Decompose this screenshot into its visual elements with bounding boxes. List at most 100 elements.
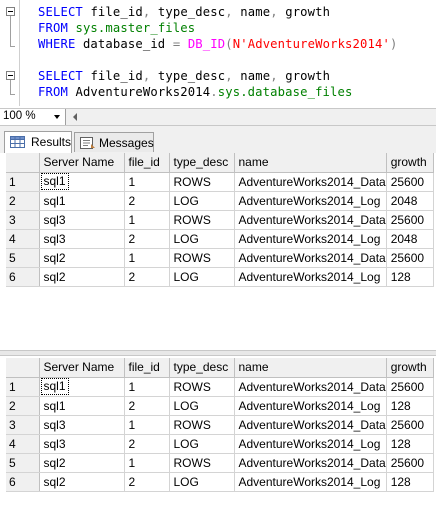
column-header-server-name[interactable]: Server Name — [39, 153, 125, 173]
column-header-type-desc[interactable]: type_desc — [169, 153, 235, 173]
cell-name[interactable]: AdventureWorks2014_Data — [234, 415, 387, 435]
row-number[interactable]: 1 — [6, 172, 40, 192]
cell-type-desc[interactable]: LOG — [169, 191, 235, 211]
cell-file-id[interactable]: 2 — [124, 191, 170, 211]
cell-server-name[interactable]: sql3 — [39, 229, 125, 249]
code-line-5[interactable]: SELECT file_id, type_desc, name, growth — [38, 68, 330, 84]
table-row[interactable]: 5 sql2 1 ROWS AdventureWorks2014_Data 25… — [6, 453, 434, 473]
table-row[interactable]: 2 sql1 2 LOG AdventureWorks2014_Log 2048 — [6, 191, 434, 211]
cell-server-name[interactable]: sql3 — [39, 415, 125, 435]
cell-name[interactable]: AdventureWorks2014_Data — [234, 210, 387, 230]
table-row[interactable]: 1 sql1 1 ROWS AdventureWorks2014_Data 25… — [6, 172, 434, 192]
row-number[interactable]: 6 — [6, 472, 40, 492]
zoom-select[interactable]: 100 % — [0, 109, 66, 125]
cell-growth[interactable]: 2048 — [386, 191, 434, 211]
cell-server-name[interactable]: sql2 — [39, 472, 125, 492]
row-number[interactable]: 1 — [6, 377, 40, 397]
cell-server-name[interactable]: sql2 — [39, 453, 125, 473]
cell-growth[interactable]: 25600 — [386, 377, 434, 397]
row-number[interactable]: 2 — [6, 396, 40, 416]
row-number[interactable]: 4 — [6, 229, 40, 249]
row-number[interactable]: 5 — [6, 453, 40, 473]
cell-name[interactable]: AdventureWorks2014_Data — [234, 248, 387, 268]
cell-server-name[interactable]: sql3 — [39, 434, 125, 454]
cell-server-name[interactable]: sql2 — [39, 248, 125, 268]
cell-name[interactable]: AdventureWorks2014_Log — [234, 229, 387, 249]
cell-name[interactable]: AdventureWorks2014_Data — [234, 453, 387, 473]
query-editor[interactable]: SELECT file_id, type_desc, name, growth … — [0, 0, 436, 108]
cell-type-desc[interactable]: LOG — [169, 267, 235, 287]
code-line-6[interactable]: FROM AdventureWorks2014.sys.database_fil… — [38, 84, 353, 100]
cell-growth[interactable]: 2048 — [386, 229, 434, 249]
code-line-1[interactable]: SELECT file_id, type_desc, name, growth — [38, 4, 330, 20]
cell-growth[interactable]: 25600 — [386, 415, 434, 435]
cell-name[interactable]: AdventureWorks2014_Log — [234, 434, 387, 454]
table-row[interactable]: 5 sql2 1 ROWS AdventureWorks2014_Data 25… — [6, 248, 434, 268]
cell-type-desc[interactable]: LOG — [169, 434, 235, 454]
cell-file-id[interactable]: 2 — [124, 396, 170, 416]
row-number[interactable]: 3 — [6, 415, 40, 435]
table-row[interactable]: 4 sql3 2 LOG AdventureWorks2014_Log 2048 — [6, 229, 434, 249]
cell-growth[interactable]: 128 — [386, 472, 434, 492]
cell-type-desc[interactable]: ROWS — [169, 172, 235, 192]
grid-corner[interactable] — [6, 358, 40, 378]
cell-growth[interactable]: 128 — [386, 396, 434, 416]
table-row[interactable]: 6 sql2 2 LOG AdventureWorks2014_Log 128 — [6, 472, 434, 492]
cell-growth[interactable]: 128 — [386, 267, 434, 287]
cell-server-name[interactable]: sql3 — [39, 210, 125, 230]
cell-file-id[interactable]: 2 — [124, 434, 170, 454]
cell-type-desc[interactable]: ROWS — [169, 453, 235, 473]
cell-file-id[interactable]: 2 — [124, 472, 170, 492]
chevron-down-icon[interactable] — [49, 109, 65, 125]
cell-server-name[interactable]: sql1 — [39, 377, 125, 397]
row-number[interactable]: 3 — [6, 210, 40, 230]
column-header-file-id[interactable]: file_id — [124, 358, 170, 378]
row-number[interactable]: 4 — [6, 434, 40, 454]
cell-file-id[interactable]: 2 — [124, 229, 170, 249]
cell-name[interactable]: AdventureWorks2014_Data — [234, 377, 387, 397]
cell-growth[interactable]: 25600 — [386, 453, 434, 473]
scroll-left-icon[interactable] — [70, 111, 82, 123]
cell-type-desc[interactable]: LOG — [169, 229, 235, 249]
cell-file-id[interactable]: 1 — [124, 172, 170, 192]
cell-server-name[interactable]: sql1 — [39, 396, 125, 416]
row-number[interactable]: 5 — [6, 248, 40, 268]
cell-server-name[interactable]: sql1 — [39, 191, 125, 211]
tab-results[interactable]: Results — [4, 131, 72, 153]
cell-growth[interactable]: 25600 — [386, 172, 434, 192]
cell-name[interactable]: AdventureWorks2014_Log — [234, 191, 387, 211]
cell-file-id[interactable]: 1 — [124, 210, 170, 230]
code-line-2[interactable]: FROM sys.master_files — [38, 20, 195, 36]
column-header-server-name[interactable]: Server Name — [39, 358, 125, 378]
grid-corner[interactable] — [6, 153, 40, 173]
tab-messages[interactable]: Messages — [74, 132, 154, 152]
cell-file-id[interactable]: 1 — [124, 248, 170, 268]
column-header-name[interactable]: name — [234, 358, 387, 378]
column-header-name[interactable]: name — [234, 153, 387, 173]
results-splitter[interactable] — [0, 350, 436, 356]
column-header-type-desc[interactable]: type_desc — [169, 358, 235, 378]
cell-file-id[interactable]: 1 — [124, 415, 170, 435]
cell-name[interactable]: AdventureWorks2014_Log — [234, 396, 387, 416]
cell-type-desc[interactable]: LOG — [169, 396, 235, 416]
cell-type-desc[interactable]: ROWS — [169, 415, 235, 435]
table-row[interactable]: 6 sql2 2 LOG AdventureWorks2014_Log 128 — [6, 267, 434, 287]
results-grid-2[interactable]: Server Name file_id type_desc name growt… — [0, 358, 436, 507]
table-row[interactable]: 3 sql3 1 ROWS AdventureWorks2014_Data 25… — [6, 210, 434, 230]
code-line-3[interactable]: WHERE database_id = DB_ID(N'AdventureWor… — [38, 36, 398, 52]
cell-growth[interactable]: 25600 — [386, 248, 434, 268]
cell-type-desc[interactable]: ROWS — [169, 210, 235, 230]
cell-server-name[interactable]: sql2 — [39, 267, 125, 287]
cell-name[interactable]: AdventureWorks2014_Log — [234, 267, 387, 287]
cell-type-desc[interactable]: ROWS — [169, 377, 235, 397]
results-grid-1[interactable]: Server Name file_id type_desc name growt… — [0, 153, 436, 350]
collapse-query1-icon[interactable] — [6, 7, 15, 16]
cell-growth[interactable]: 25600 — [386, 210, 434, 230]
collapse-query2-icon[interactable] — [6, 71, 15, 80]
table-row[interactable]: 3 sql3 1 ROWS AdventureWorks2014_Data 25… — [6, 415, 434, 435]
column-header-file-id[interactable]: file_id — [124, 153, 170, 173]
table-row[interactable]: 4 sql3 2 LOG AdventureWorks2014_Log 128 — [6, 434, 434, 454]
cell-growth[interactable]: 128 — [386, 434, 434, 454]
table-row[interactable]: 1 sql1 1 ROWS AdventureWorks2014_Data 25… — [6, 377, 434, 397]
cell-type-desc[interactable]: LOG — [169, 472, 235, 492]
